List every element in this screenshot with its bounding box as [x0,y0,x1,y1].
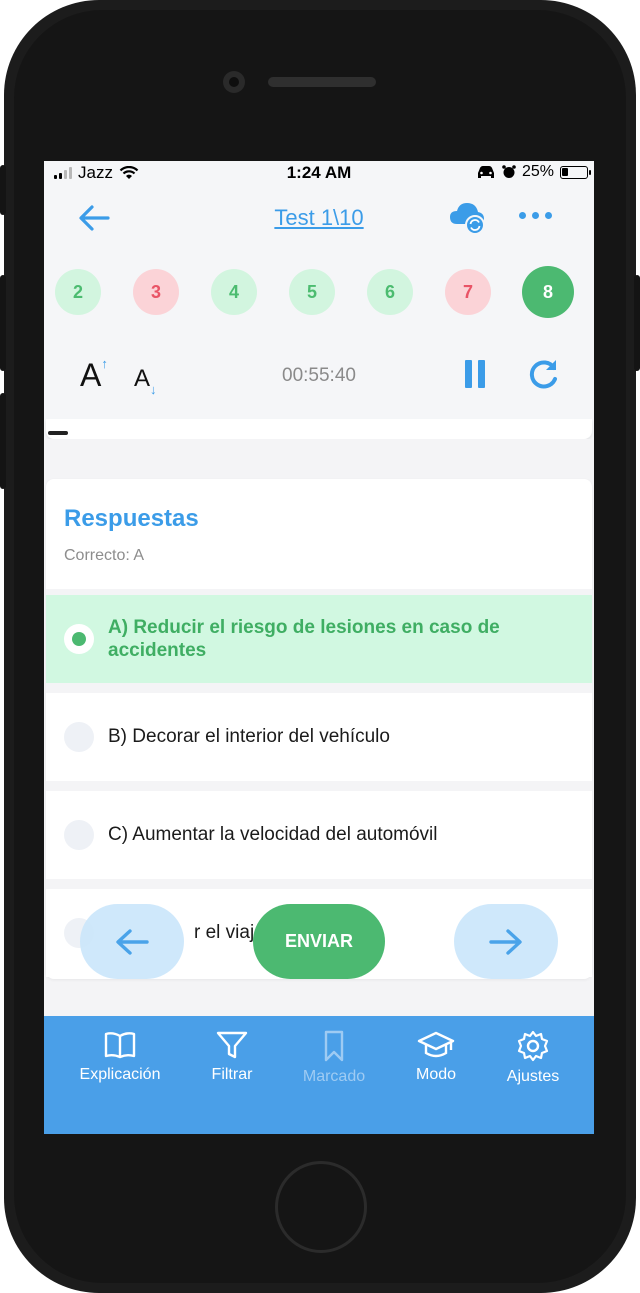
divider [46,781,592,791]
volume-down-button [0,393,6,489]
divider [46,879,592,889]
battery-icon [560,165,591,179]
home-button[interactable] [275,1161,367,1253]
correct-answer-label: Correcto: A [64,547,145,564]
nav-label: Ajustes [506,1068,560,1085]
answer-option-text: C) Aumentar la velocidad del automóvil [108,824,438,845]
bottom-navigation: Explicación Filtrar Marcado Modo Ajustes [44,1016,594,1134]
gear-icon [517,1030,549,1062]
nav-item-explicacion[interactable]: Explicación [65,1030,175,1084]
book-icon [104,1032,136,1059]
bookmark-icon [324,1030,344,1062]
question-number-button[interactable]: 2 [55,269,101,315]
nav-label: Explicación [79,1066,161,1083]
status-bar: Jazz 1:24 AM 25% [44,161,594,185]
nav-item-filtrar[interactable]: Filtrar [177,1030,287,1084]
question-number-button[interactable]: 7 [445,269,491,315]
question-number-button[interactable]: 3 [133,269,179,315]
nav-label: Filtrar [211,1066,253,1083]
next-question-button[interactable] [454,904,558,979]
volume-up-button [0,275,6,371]
pause-icon[interactable] [465,360,485,388]
question-number-button[interactable]: 4 [211,269,257,315]
more-options-icon[interactable] [519,212,552,219]
arrow-right-icon [489,928,522,955]
mute-switch [0,165,6,215]
car-icon [477,166,494,178]
front-camera [223,71,245,93]
refresh-icon[interactable] [526,357,560,391]
question-number-button[interactable]: 5 [289,269,335,315]
question-card-bottom [46,419,592,439]
filter-icon [216,1031,248,1059]
power-button [634,275,640,371]
answers-title: Respuestas [64,505,199,532]
test-header: Test 1\10 2 3 4 5 6 7 8 A↑ A↓ 00:55:40 [44,185,594,439]
timer: 00:55:40 [282,365,356,386]
app-screen: Jazz 1:24 AM 25% Test 1\10 2 3 4 5 6 7 8… [44,161,594,1134]
previous-question-button[interactable] [80,904,184,979]
nav-label: Modo [415,1066,457,1083]
current-question-button[interactable]: 8 [522,266,574,318]
nav-item-marcado[interactable]: Marcado [279,1030,389,1086]
answer-option-text: A) Reducir el riesgo de lesiones en caso… [108,617,500,661]
answer-option-c[interactable]: C) Aumentar la velocidad del automóvil [46,791,592,879]
cloud-sync-icon[interactable] [448,200,488,236]
earpiece-speaker [268,77,376,87]
divider [46,683,592,693]
battery-percent: 25% [521,163,554,180]
radio-unselected[interactable] [64,820,94,850]
radio-selected[interactable] [64,624,94,654]
graduation-cap-icon [417,1031,455,1058]
question-number-button[interactable]: 6 [367,269,413,315]
nav-label: Marcado [302,1068,366,1085]
arrow-left-icon [116,928,149,955]
submit-button[interactable]: ENVIAR [253,904,385,979]
answer-option-b[interactable]: B) Decorar el interior del vehículo [46,693,592,781]
answer-option-text: B) Decorar el interior del vehículo [108,726,390,747]
nav-item-modo[interactable]: Modo [381,1030,491,1084]
question-navigator: 2 3 4 5 6 7 8 [44,266,594,321]
nav-item-ajustes[interactable]: Ajustes [478,1030,588,1086]
page-title[interactable]: Test 1\10 [44,205,594,231]
answer-option-a[interactable]: A) Reducir el riesgo de lesiones en caso… [46,595,592,683]
radio-unselected[interactable] [64,722,94,752]
alarm-icon [502,165,516,178]
